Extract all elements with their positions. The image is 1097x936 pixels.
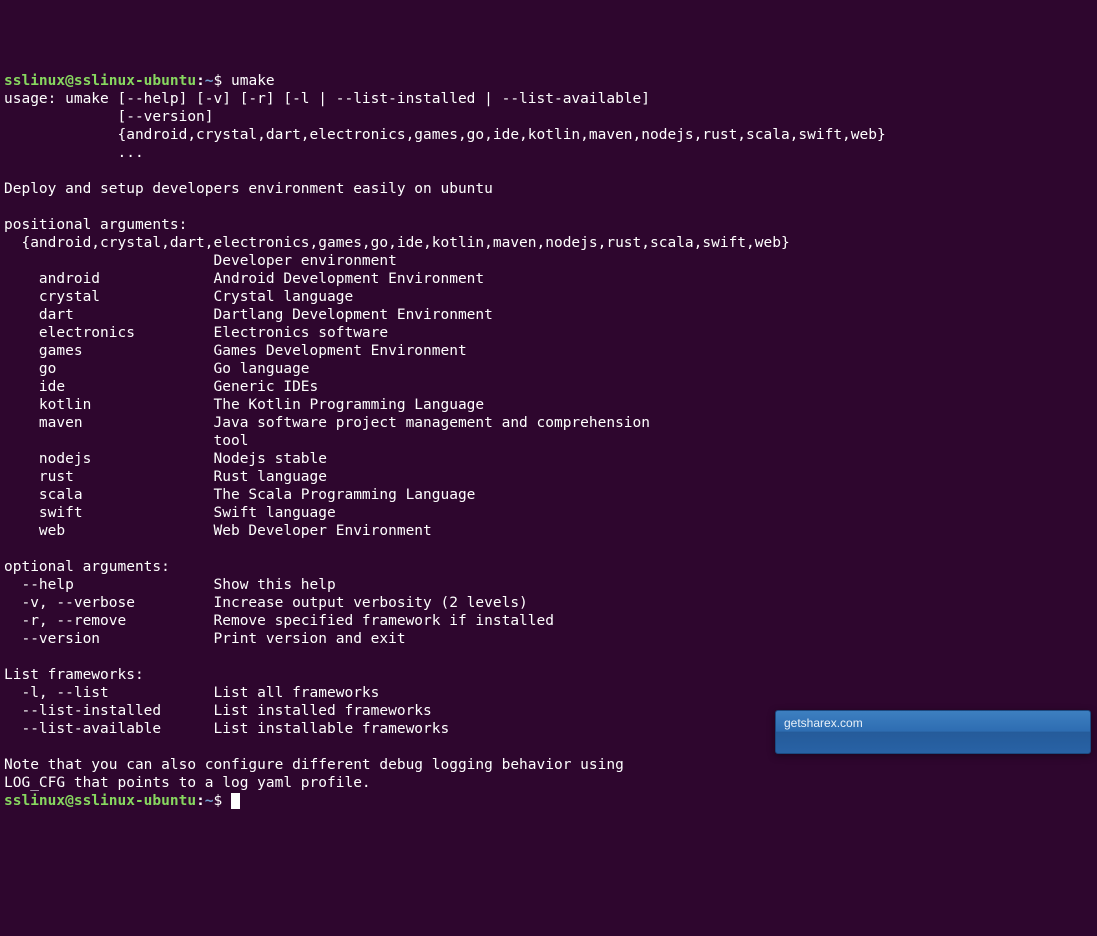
positional-item: ide Generic IDEs — [4, 378, 1093, 396]
positional-choices-desc: Developer environment — [4, 252, 1093, 270]
blank-line — [4, 162, 1093, 180]
usage-line-3: {android,crystal,dart,electronics,games,… — [4, 126, 1093, 144]
prompt-colon: : — [196, 793, 205, 809]
prompt-path: ~ — [205, 73, 214, 89]
positional-item: swift Swift language — [4, 504, 1093, 522]
positional-item: web Web Developer Environment — [4, 522, 1093, 540]
prompt-colon: : — [196, 73, 205, 89]
usage-line-2: [--version] — [4, 108, 1093, 126]
positional-item: games Games Development Environment — [4, 342, 1093, 360]
positional-item: dart Dartlang Development Environment — [4, 306, 1093, 324]
positional-item: electronics Electronics software — [4, 324, 1093, 342]
positional-item: maven Java software project management a… — [4, 414, 1093, 432]
positional-choices: {android,crystal,dart,electronics,games,… — [4, 234, 1093, 252]
prompt-user: sslinux — [4, 73, 65, 89]
optional-item: -r, --remove Remove specified framework … — [4, 612, 1093, 630]
optional-item: --version Print version and exit — [4, 630, 1093, 648]
optional-items: --help Show this help -v, --verbose Incr… — [4, 576, 1093, 648]
positional-item: nodejs Nodejs stable — [4, 450, 1093, 468]
positional-item: rust Rust language — [4, 468, 1093, 486]
cursor-icon — [231, 793, 240, 809]
optional-item: -v, --verbose Increase output verbosity … — [4, 594, 1093, 612]
optional-item: --help Show this help — [4, 576, 1093, 594]
prompt-host: sslinux-ubuntu — [74, 73, 196, 89]
prompt-dollar: $ — [214, 793, 231, 809]
positional-item: kotlin The Kotlin Programming Language — [4, 396, 1093, 414]
prompt-line-2[interactable]: sslinux@sslinux-ubuntu:~$ — [4, 792, 1093, 810]
list-item: -l, --list List all frameworks — [4, 684, 1093, 702]
blank-line — [4, 198, 1093, 216]
terminal-output[interactable]: sslinux@sslinux-ubuntu:~$ umakeusage: um… — [4, 72, 1093, 810]
blank-line — [4, 540, 1093, 558]
prompt-line-1: sslinux@sslinux-ubuntu:~$ umake — [4, 72, 1093, 90]
command-text: umake — [231, 73, 275, 89]
prompt-dollar: $ — [214, 73, 231, 89]
note-line-2: LOG_CFG that points to a log yaml profil… — [4, 774, 1093, 792]
usage-line-4: ... — [4, 144, 1093, 162]
prompt-at: @ — [65, 793, 74, 809]
positional-item: tool — [4, 432, 1093, 450]
notification-text: getsharex.com — [784, 716, 863, 730]
prompt-host: sslinux-ubuntu — [74, 793, 196, 809]
positional-header: positional arguments: — [4, 216, 1093, 234]
list-header: List frameworks: — [4, 666, 1093, 684]
prompt-path: ~ — [205, 793, 214, 809]
note-line-1: Note that you can also configure differe… — [4, 756, 1093, 774]
positional-item: crystal Crystal language — [4, 288, 1093, 306]
positional-items: android Android Development Environment … — [4, 270, 1093, 540]
optional-header: optional arguments: — [4, 558, 1093, 576]
prompt-at: @ — [65, 73, 74, 89]
blank-line — [4, 648, 1093, 666]
sharex-notification[interactable]: getsharex.com — [775, 710, 1091, 754]
positional-item: android Android Development Environment — [4, 270, 1093, 288]
positional-item: go Go language — [4, 360, 1093, 378]
description: Deploy and setup developers environment … — [4, 180, 1093, 198]
prompt-user: sslinux — [4, 793, 65, 809]
usage-line-1: usage: umake [--help] [-v] [-r] [-l | --… — [4, 90, 1093, 108]
positional-item: scala The Scala Programming Language — [4, 486, 1093, 504]
